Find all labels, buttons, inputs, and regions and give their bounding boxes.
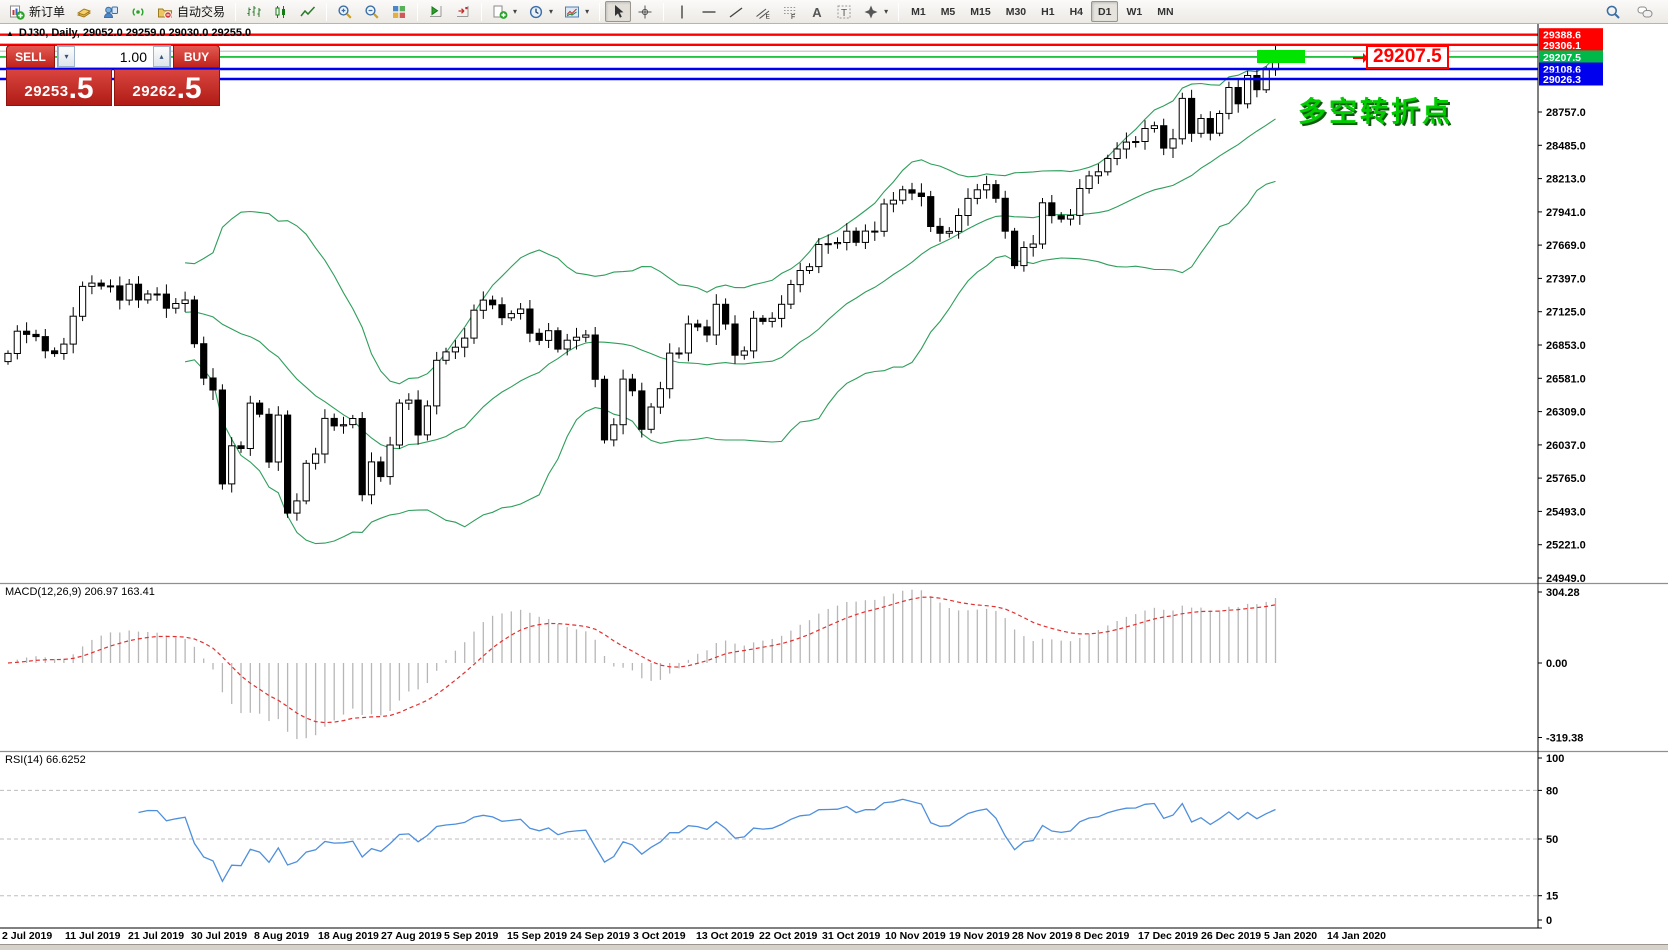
date-tick-label: 31 Oct 2019: [822, 930, 880, 942]
svg-text:27669.0: 27669.0: [1546, 240, 1586, 252]
volume-increase-button[interactable]: ▴: [153, 46, 170, 67]
date-tick-label: 2 Jul 2019: [2, 930, 52, 942]
chart-title: ▲ DJ30, Daily, 29052.0 29259.0 29030.0 2…: [6, 27, 251, 39]
date-tick-label: 27 Aug 2019: [381, 930, 442, 942]
svg-text:25221.0: 25221.0: [1546, 540, 1586, 552]
date-tick-label: 8 Aug 2019: [254, 930, 309, 942]
sell-price-display[interactable]: 29253 .5: [6, 69, 112, 106]
buy-button[interactable]: BUY: [173, 45, 220, 68]
mt4-application: 新订单自动交易▾▾▾EFAT▾M1M5M15M30H1H4D1W1MN 2875…: [0, 0, 1668, 950]
date-tick-label: 11 Jul 2019: [65, 930, 120, 942]
price-line-tags: 29388.629306.129207.529108.629026.3: [1539, 28, 1603, 86]
svg-text:0: 0: [1546, 915, 1552, 927]
rsi-indicator-label: RSI(14) 66.6252: [5, 754, 86, 766]
volume-decrease-button[interactable]: ▾: [58, 46, 75, 67]
price-callout-label[interactable]: 29207.5: [1366, 45, 1449, 69]
svg-text:26581.0: 26581.0: [1546, 373, 1586, 385]
date-tick-label: 8 Dec 2019: [1075, 930, 1129, 942]
date-tick-label: 5 Sep 2019: [444, 930, 498, 942]
svg-text:27397.0: 27397.0: [1546, 273, 1586, 285]
svg-text:50: 50: [1546, 834, 1558, 846]
buy-price-fraction: .5: [177, 76, 202, 102]
callout-arrowhead-icon: [1363, 53, 1368, 63]
turning-point-annotation[interactable]: 多空转折点: [1298, 90, 1453, 130]
sell-button[interactable]: SELL: [6, 45, 55, 68]
chart-canvas: 28757.0 28485.0 28213.0 27941.0 27669.0 27397…: [0, 0, 1668, 950]
date-tick-label: 10 Nov 2019: [885, 930, 946, 942]
volume-input[interactable]: 1.00: [75, 46, 153, 67]
svg-text:29306.1: 29306.1: [1543, 40, 1581, 52]
svg-text:26309.0: 26309.0: [1546, 407, 1586, 419]
date-tick-label: 18 Aug 2019: [318, 930, 379, 942]
date-tick-label: 30 Jul 2019: [191, 930, 247, 942]
svg-text:-319.38: -319.38: [1546, 733, 1583, 745]
svg-text:0.00: 0.00: [1546, 658, 1567, 670]
date-tick-label: 28 Nov 2019: [1012, 930, 1073, 942]
svg-text:25493.0: 25493.0: [1546, 506, 1586, 518]
svg-text:26037.0: 26037.0: [1546, 440, 1586, 452]
sell-price-main: 29253: [24, 83, 68, 100]
svg-text:80: 80: [1546, 785, 1558, 797]
window-bottom-edge: [0, 944, 1668, 950]
date-tick-label: 26 Dec 2019: [1201, 930, 1261, 942]
macd-indicator-label: MACD(12,26,9) 206.97 163.41: [5, 586, 155, 598]
svg-text:29207.5: 29207.5: [1543, 52, 1581, 64]
chart-window-icon: ▲: [6, 29, 14, 38]
date-tick-label: 19 Nov 2019: [949, 930, 1010, 942]
svg-text:26853.0: 26853.0: [1546, 340, 1586, 352]
one-click-trading-panel: SELL ▾ 1.00 ▴ BUY 29253 .5 29262 .5: [6, 45, 220, 106]
date-tick-label: 17 Dec 2019: [1138, 930, 1198, 942]
svg-text:25765.0: 25765.0: [1546, 473, 1586, 485]
svg-text:24949.0: 24949.0: [1546, 573, 1586, 585]
buy-price-main: 29262: [132, 83, 176, 100]
chart-title-text: DJ30, Daily, 29052.0 29259.0 29030.0 292…: [19, 27, 251, 39]
date-tick-label: 13 Oct 2019: [696, 930, 754, 942]
svg-text:304.28: 304.28: [1546, 587, 1580, 599]
date-tick-label: 22 Oct 2019: [759, 930, 817, 942]
sell-price-fraction: .5: [69, 76, 94, 102]
date-tick-label: 24 Sep 2019: [570, 930, 630, 942]
svg-text:27125.0: 27125.0: [1546, 307, 1586, 319]
svg-text:15: 15: [1546, 891, 1558, 903]
svg-text:27941.0: 27941.0: [1546, 207, 1586, 219]
svg-text:28485.0: 28485.0: [1546, 140, 1586, 152]
price-axis-labels: 28757.0 28485.0 28213.0 27941.0 27669.0 27397…: [1538, 107, 1586, 585]
pivot-highlight-bar[interactable]: [1257, 50, 1305, 63]
price-callout-text: 29207.5: [1373, 46, 1442, 68]
svg-text:28213.0: 28213.0: [1546, 174, 1586, 186]
date-tick-label: 15 Sep 2019: [507, 930, 567, 942]
date-tick-label: 14 Jan 2020: [1327, 930, 1386, 942]
svg-text:29026.3: 29026.3: [1543, 74, 1581, 86]
date-tick-label: 5 Jan 2020: [1264, 930, 1317, 942]
date-tick-label: 3 Oct 2019: [633, 930, 686, 942]
volume-spinner: ▾ 1.00 ▴: [57, 45, 171, 68]
chart-background: [0, 24, 1668, 944]
svg-text:100: 100: [1546, 753, 1564, 765]
buy-price-display[interactable]: 29262 .5: [114, 69, 220, 106]
svg-text:28757.0: 28757.0: [1546, 107, 1586, 119]
date-tick-label: 21 Jul 2019: [128, 930, 184, 942]
